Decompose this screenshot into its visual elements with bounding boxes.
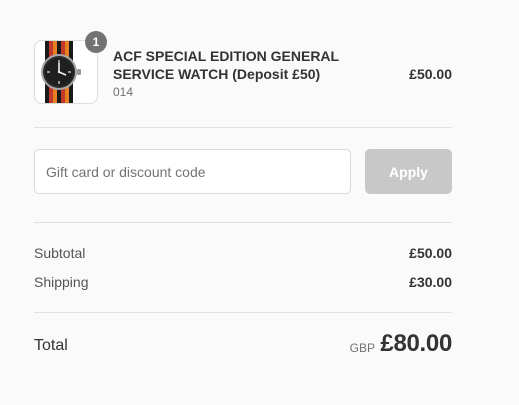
total-value: £80.00	[380, 330, 452, 357]
wristwatch-icon	[41, 41, 81, 103]
shipping-label: Shipping	[34, 274, 89, 290]
product-name: ACF SPECIAL EDITION GENERAL SERVICE WATC…	[113, 48, 339, 82]
divider	[34, 222, 452, 223]
line-item: 1 ACF SPECIAL EDITION GENERAL SERVICE WA…	[34, 31, 452, 104]
divider	[34, 312, 452, 313]
quantity-badge: 1	[85, 31, 107, 53]
total-row: Total GBP £80.00	[34, 330, 452, 362]
apply-discount-button[interactable]: Apply	[365, 149, 452, 194]
divider	[34, 127, 452, 128]
product-price: £50.00	[409, 66, 452, 82]
product-variant: 014	[113, 85, 134, 99]
subtotal-label: Subtotal	[34, 245, 86, 261]
total-label: Total	[34, 337, 68, 354]
shipping-value: £30.00	[409, 274, 452, 290]
discount-code-input[interactable]	[34, 149, 351, 194]
currency-code: GBP	[349, 341, 375, 355]
subtotal-value: £50.00	[409, 245, 452, 261]
product-thumbnail: 1	[34, 31, 107, 104]
